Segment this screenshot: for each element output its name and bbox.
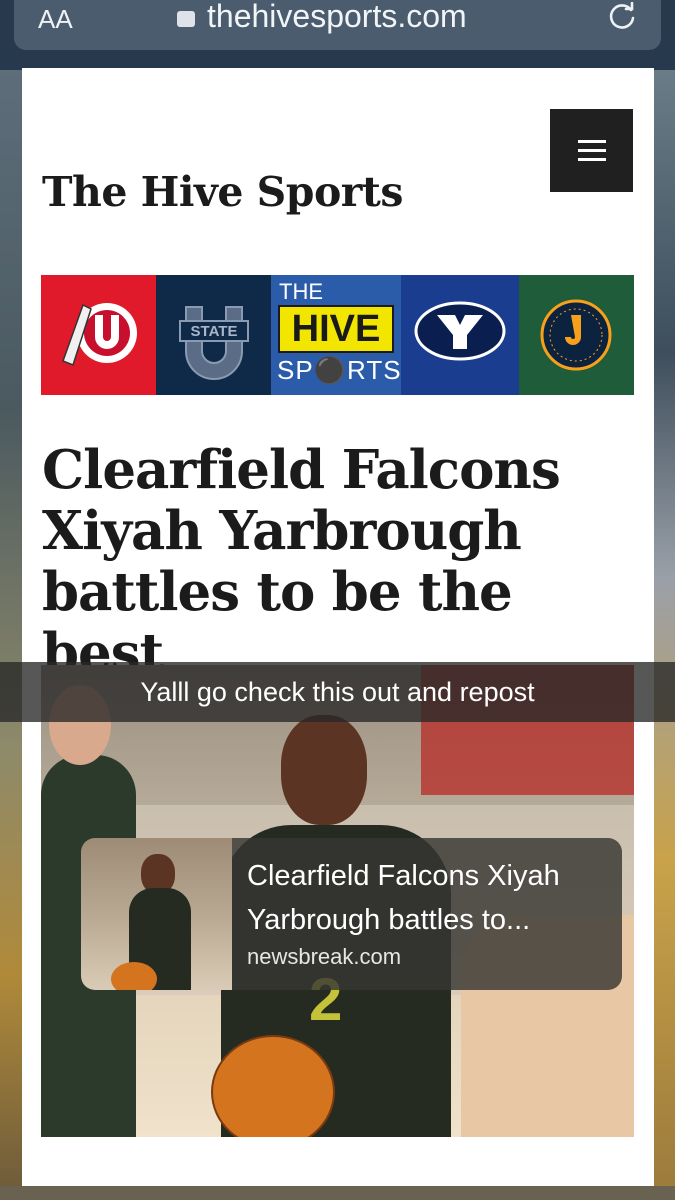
story-caption-bar: Yalll go check this out and repost xyxy=(0,662,675,722)
menu-bar xyxy=(577,140,606,143)
utah-logo-icon xyxy=(62,303,137,366)
background-bottom xyxy=(0,1186,675,1200)
hive-big-label: HIVE xyxy=(278,305,394,353)
hive-sports-label: SP⚫RTS xyxy=(277,355,401,385)
utah-utes-logo xyxy=(41,275,156,395)
reload-icon[interactable] xyxy=(607,2,637,32)
browser-url-bar[interactable]: AA thehivesports.com xyxy=(14,0,661,50)
link-sticker[interactable]: Clearfield Falcons Xiyah Yarbrough battl… xyxy=(81,838,622,990)
site-banner[interactable]: STATE THE HIVE SP⚫RTS xyxy=(41,275,634,395)
hive-sports-logo: THE HIVE SP⚫RTS xyxy=(271,275,401,395)
byu-logo-icon xyxy=(414,301,506,361)
menu-bar xyxy=(577,149,606,152)
address-field[interactable]: thehivesports.com xyxy=(177,0,467,35)
article-headline[interactable]: Clearfield Falcons Xiyah Yarbrough battl… xyxy=(42,440,622,684)
hive-the-label: THE xyxy=(279,279,323,304)
lock-icon xyxy=(177,10,195,27)
utah-jazz-logo xyxy=(519,275,634,395)
background-right xyxy=(653,70,675,1200)
utah-state-logo: STATE xyxy=(156,275,271,395)
url-text: thehivesports.com xyxy=(207,0,467,34)
usu-state-label: STATE xyxy=(191,323,238,340)
link-thumbnail xyxy=(81,838,232,990)
site-title[interactable]: The Hive Sports xyxy=(42,168,403,216)
jazz-logo-icon xyxy=(540,299,612,371)
byu-logo xyxy=(401,275,519,395)
menu-bar xyxy=(577,158,606,161)
menu-button[interactable] xyxy=(550,109,633,192)
background-left xyxy=(0,70,22,1200)
link-title: Clearfield Falcons Xiyah Yarbrough battl… xyxy=(247,860,560,936)
web-page: The Hive Sports STATE THE HIVE SP⚫RTS Cl… xyxy=(22,68,654,1186)
link-domain: newsbreak.com xyxy=(247,944,402,969)
basketball xyxy=(211,1035,335,1137)
usu-logo-icon: STATE xyxy=(179,306,249,380)
reader-mode-button[interactable]: AA xyxy=(38,4,73,35)
story-caption: Yalll go check this out and repost xyxy=(140,676,535,707)
